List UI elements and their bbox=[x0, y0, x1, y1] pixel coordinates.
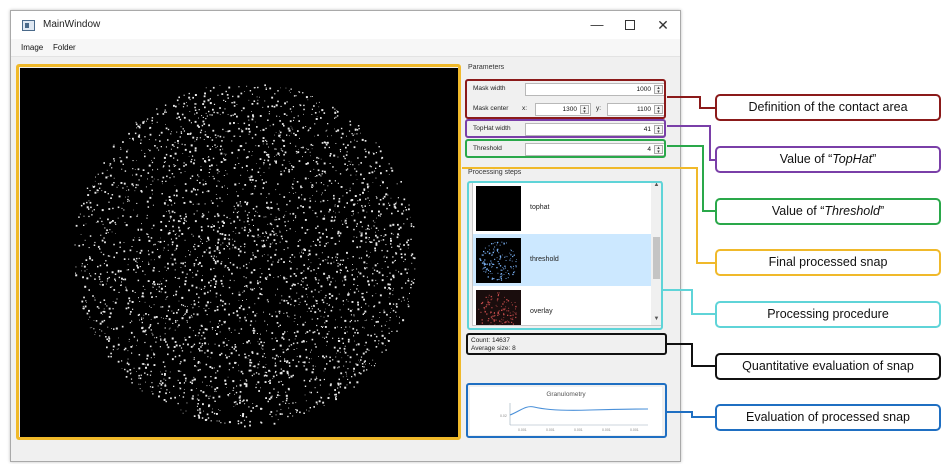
callout-quantitative: Quantitative evaluation of snap bbox=[715, 353, 941, 380]
callout-connectors bbox=[462, 96, 717, 418]
callout-final-snap: Final processed snap bbox=[715, 249, 941, 276]
callout-evaluation: Evaluation of processed snap bbox=[715, 404, 941, 431]
callout-contact-area: Definition of the contact area bbox=[715, 94, 941, 121]
callout-threshold: Value of “Threshold” bbox=[715, 198, 941, 225]
callout-tophat: Value of “TopHat” bbox=[715, 146, 941, 173]
figure-canvas: MainWindow — ✕ Image Folder Parameters M… bbox=[0, 0, 950, 464]
callout-processing: Processing procedure bbox=[715, 301, 941, 328]
